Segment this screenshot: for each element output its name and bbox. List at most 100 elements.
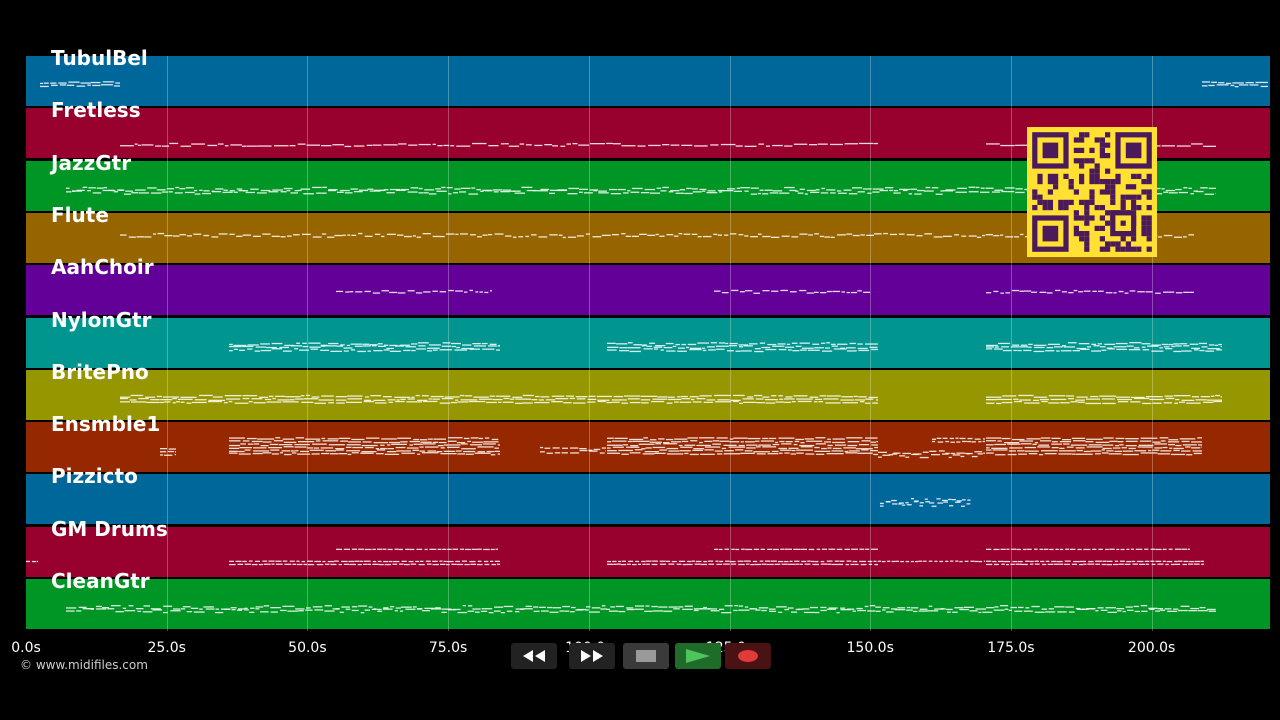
midi-note [1179, 343, 1188, 345]
midi-note [419, 450, 425, 452]
midi-note [818, 401, 823, 403]
midi-note [180, 145, 192, 147]
midi-note [1068, 611, 1075, 613]
midi-note [59, 84, 67, 86]
rewind-button[interactable] [511, 643, 557, 669]
fast-forward-button[interactable] [569, 643, 615, 669]
midi-note [646, 345, 652, 347]
midi-note [780, 449, 792, 451]
midi-note [447, 446, 460, 448]
midi-note [867, 560, 873, 563]
midi-note [410, 563, 417, 565]
midi-note [993, 290, 999, 293]
midi-note [736, 187, 741, 189]
midi-note [1140, 452, 1158, 454]
midi-note [908, 193, 913, 195]
midi-note [828, 548, 836, 550]
midi-note [357, 350, 367, 353]
play-button[interactable] [675, 643, 721, 669]
midi-note [787, 607, 794, 609]
record-button[interactable] [725, 643, 771, 669]
midi-note [240, 443, 246, 445]
midi-note [321, 233, 327, 235]
midi-note [830, 143, 843, 146]
midi-note [701, 347, 706, 349]
midi-note [865, 343, 878, 345]
midi-note [986, 560, 992, 562]
midi-note [986, 437, 1002, 439]
midi-note [1076, 449, 1083, 452]
midi-note [852, 187, 863, 189]
midi-note [786, 343, 791, 345]
midi-note [358, 548, 364, 550]
midi-note [689, 396, 699, 398]
midi-note [717, 399, 730, 401]
midi-note [740, 350, 752, 352]
midi-note [237, 563, 244, 565]
midi-note [740, 441, 744, 443]
midi-note [380, 444, 385, 446]
midi-note [857, 609, 866, 612]
midi-note [137, 144, 141, 146]
midi-note [346, 450, 361, 452]
midi-note [451, 345, 456, 348]
midi-note [410, 187, 419, 189]
midi-note [585, 609, 589, 611]
midi-note [967, 437, 973, 440]
midi-note [799, 233, 808, 235]
midi-note [975, 608, 986, 610]
midi-note [326, 345, 337, 347]
midi-note [959, 608, 969, 611]
midi-note [1169, 447, 1173, 449]
midi-note [250, 188, 259, 190]
midi-note [419, 446, 424, 448]
midi-note [383, 349, 390, 351]
midi-note [407, 191, 418, 193]
midi-note [351, 606, 358, 608]
midi-note [1015, 563, 1022, 565]
midi-note [184, 191, 195, 194]
midi-note [799, 563, 803, 565]
midi-note [1007, 191, 1015, 193]
midi-note [131, 192, 139, 194]
midi-note [1202, 81, 1211, 83]
midi-note [784, 145, 793, 147]
midi-note [26, 560, 30, 563]
stop-button[interactable] [623, 643, 669, 669]
midi-note [162, 396, 179, 398]
midi-note [1040, 440, 1052, 442]
midi-note [683, 233, 691, 235]
midi-note [465, 453, 474, 455]
midi-note [224, 608, 231, 610]
midi-note [850, 563, 855, 566]
midi-note [1021, 563, 1028, 566]
midi-note [784, 186, 795, 189]
midi-note [1010, 563, 1015, 565]
midi-note [1181, 548, 1187, 550]
midi-note [1189, 560, 1194, 563]
midi-note [660, 190, 667, 192]
midi-note [797, 608, 804, 610]
midi-note [740, 187, 750, 189]
midi-note [544, 447, 551, 449]
midi-note [428, 398, 432, 400]
midi-note [1191, 396, 1199, 398]
midi-note [309, 449, 324, 451]
midi-note [1167, 441, 1180, 443]
midi-note [774, 563, 781, 565]
midi-note [918, 560, 923, 562]
midi-note [441, 186, 446, 189]
midi-note [1001, 401, 1013, 404]
midi-note [120, 145, 134, 147]
midi-note [364, 548, 372, 551]
midi-note [378, 345, 386, 347]
midi-note [875, 610, 881, 612]
midi-note [869, 605, 876, 607]
midi-note [252, 452, 263, 455]
midi-note [1159, 347, 1163, 349]
midi-note [575, 609, 584, 611]
midi-note [1062, 439, 1072, 441]
midi-note [484, 291, 489, 294]
midi-note [1020, 344, 1028, 346]
midi-note [433, 438, 446, 440]
